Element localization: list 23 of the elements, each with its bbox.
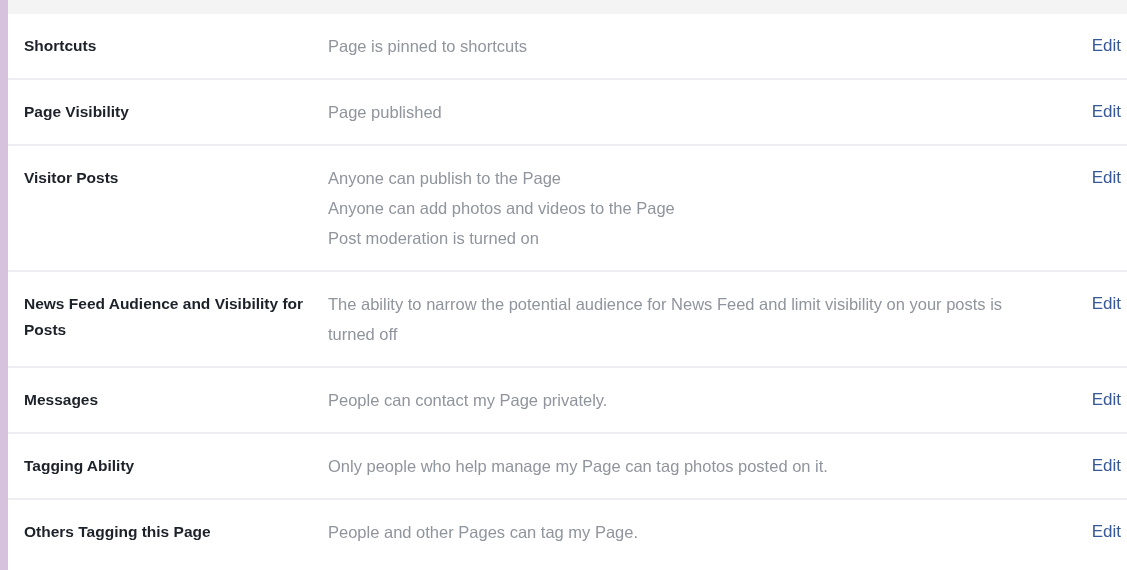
setting-value: Only people who help manage my Page can tag photos posted on it. <box>328 456 829 477</box>
setting-label: Page Visibility <box>24 102 130 122</box>
edit-link[interactable]: Edit <box>1091 165 1121 191</box>
setting-value: The ability to narrow the potential audience for News Feed and limit visibility on your posts is turned off <box>328 294 1004 345</box>
setting-label: Shortcuts <box>24 36 98 56</box>
setting-label: Messages <box>24 390 100 410</box>
edit-link[interactable]: Edit <box>1091 291 1121 317</box>
setting-value: Post moderation is turned on <box>328 228 540 249</box>
setting-label: News Feed Audience and Visibility for Posts <box>24 294 305 340</box>
setting-value: Page is pinned to shortcuts <box>328 36 529 57</box>
edit-link[interactable]: Edit <box>1091 453 1121 479</box>
setting-value: Page published <box>328 102 443 123</box>
setting-value: People can contact my Page privately. <box>328 390 609 411</box>
setting-label: Tagging Ability <box>24 456 136 476</box>
edit-link[interactable]: Edit <box>1091 99 1121 125</box>
setting-label: Others Tagging this Page <box>24 522 212 542</box>
setting-value: Anyone can add photos and videos to the Page <box>328 198 676 219</box>
setting-value: People and other Pages can tag my Page. <box>328 522 640 543</box>
setting-value: Anyone can publish to the Page <box>328 168 562 189</box>
edit-link[interactable]: Edit <box>1091 33 1121 59</box>
edit-link[interactable]: Edit <box>1091 387 1121 413</box>
setting-label: Visitor Posts <box>24 168 120 188</box>
edit-link[interactable]: Edit <box>1091 519 1121 545</box>
